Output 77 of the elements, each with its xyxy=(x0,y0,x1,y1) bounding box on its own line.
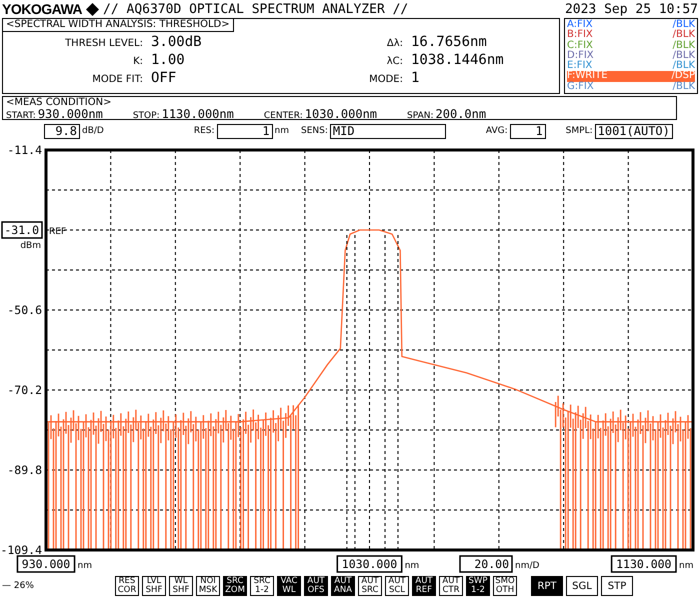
trace-item[interactable]: A:FIX /BLK xyxy=(567,20,695,30)
setting-label: SENS: xyxy=(301,126,328,136)
stop-wavelength-unit: nm xyxy=(679,561,694,571)
date-time: 2023 Sep 25 10:57 xyxy=(564,2,698,16)
trace-item[interactable]: D:FIX /BLK xyxy=(567,50,695,62)
setting-field[interactable]: 9.8 xyxy=(44,124,80,138)
stop-wavelength-field[interactable]: 1130.000 xyxy=(610,555,677,573)
diamond-icon xyxy=(86,2,100,16)
trace-item[interactable]: G:FIX /BLK xyxy=(567,82,695,92)
condition-label: STOP: xyxy=(132,110,160,122)
sweep-key[interactable]: SGL xyxy=(566,576,598,596)
soft-key[interactable]: RES COR xyxy=(115,576,139,596)
setting-field[interactable]: MID xyxy=(330,124,446,138)
condition-value: 1130.000nm xyxy=(162,108,234,120)
soft-key[interactable]: LVL SHF xyxy=(142,576,166,596)
analysis-label: MODE: xyxy=(368,73,403,87)
analysis-label: Δλ: xyxy=(386,37,403,51)
analysis-value: 3.00dB xyxy=(151,34,203,50)
analysis-label: λC: xyxy=(386,55,403,69)
setting-field[interactable]: 1 xyxy=(216,124,273,138)
setting-label: AVG: xyxy=(486,126,508,136)
x-axis-field[interactable]: 930.000 xyxy=(16,555,76,573)
analysis-value: 1038.1446nm xyxy=(411,52,504,68)
x-axis-field[interactable]: 1030.000 xyxy=(336,555,402,573)
trace-item[interactable]: B:FIX /BLK xyxy=(567,30,695,41)
setting-field[interactable]: 1 xyxy=(510,124,546,138)
condition-value: 200.0nm xyxy=(436,108,486,120)
analysis-value: 1.00 xyxy=(151,52,186,68)
soft-key[interactable]: SMO OTH xyxy=(493,576,517,596)
setting-label: SMPL: xyxy=(566,126,593,136)
soft-key[interactable]: AUT CTR xyxy=(439,576,463,596)
soft-key[interactable]: NOI MSK xyxy=(196,576,220,596)
sweep-key[interactable]: RPT xyxy=(531,576,563,596)
setting-label: RES: xyxy=(194,126,215,136)
soft-key[interactable]: WL SHF xyxy=(169,576,193,596)
analysis-label: K: xyxy=(132,55,143,69)
window-title: // AQ6370D OPTICAL SPECTRUM ANALYZER // xyxy=(103,2,408,16)
ref-level-field[interactable]: -31.0 xyxy=(1,221,43,239)
soft-key[interactable]: SRC 1-2 xyxy=(250,576,274,596)
condition-value: 1030.000nm xyxy=(304,108,378,120)
setting-unit: dB/D xyxy=(82,126,104,136)
x-axis-unit: nm xyxy=(404,561,420,571)
soft-key[interactable]: AUT REF xyxy=(412,576,436,596)
analysis-label: THRESH LEVEL: xyxy=(64,37,143,51)
ref-level-unit: dBm xyxy=(20,241,41,251)
scale-unit: nm/D xyxy=(515,561,540,571)
scale-field[interactable]: 20.00 xyxy=(459,555,513,573)
analysis-title: <SPECTRAL WIDTH ANALYSIS: THRESHOLD> xyxy=(3,19,234,32)
analysis-value: OFF xyxy=(151,70,178,86)
soft-key[interactable]: SRC ZOM xyxy=(223,576,247,596)
y-axis-label: -11.4 xyxy=(7,143,42,157)
soft-key[interactable]: AUT SRC xyxy=(358,576,382,596)
status-text: — 26% xyxy=(2,581,35,591)
sweep-key[interactable]: STP xyxy=(601,576,633,596)
x-axis-unit: nm xyxy=(78,561,92,571)
soft-key[interactable]: VAC WL xyxy=(277,576,301,596)
x-tick-label: 1030.000 xyxy=(342,557,398,571)
condition-label: CENTER: xyxy=(264,110,303,122)
y-axis-label: -109.4 xyxy=(0,543,42,557)
analysis-value: 16.7656nm xyxy=(411,34,488,50)
condition-label: SPAN: xyxy=(407,110,434,122)
y-axis-label: -50.6 xyxy=(7,303,42,317)
soft-key[interactable]: AUT ANA xyxy=(331,576,355,596)
soft-key[interactable]: AUT SCL xyxy=(385,576,409,596)
y-axis-label: -89.8 xyxy=(7,463,42,477)
condition-label: START: xyxy=(6,110,36,122)
analysis-label: MODE FIT: xyxy=(91,73,143,87)
soft-key[interactable]: AUT OFS xyxy=(304,576,328,596)
setting-field[interactable]: 1001(AUTO) xyxy=(594,124,673,138)
condition-value: 930.000nm xyxy=(38,108,103,120)
analysis-value: 1 xyxy=(411,70,420,86)
brand-logo: YOKOGAWA xyxy=(2,1,82,17)
x-tick-label: 930.000 xyxy=(22,557,70,571)
meas-condition-title: <MEAS CONDITION> xyxy=(5,97,112,108)
y-axis-label: -70.2 xyxy=(7,383,42,397)
soft-key[interactable]: SWP 1-2 xyxy=(466,576,490,596)
setting-unit: nm xyxy=(274,126,290,136)
